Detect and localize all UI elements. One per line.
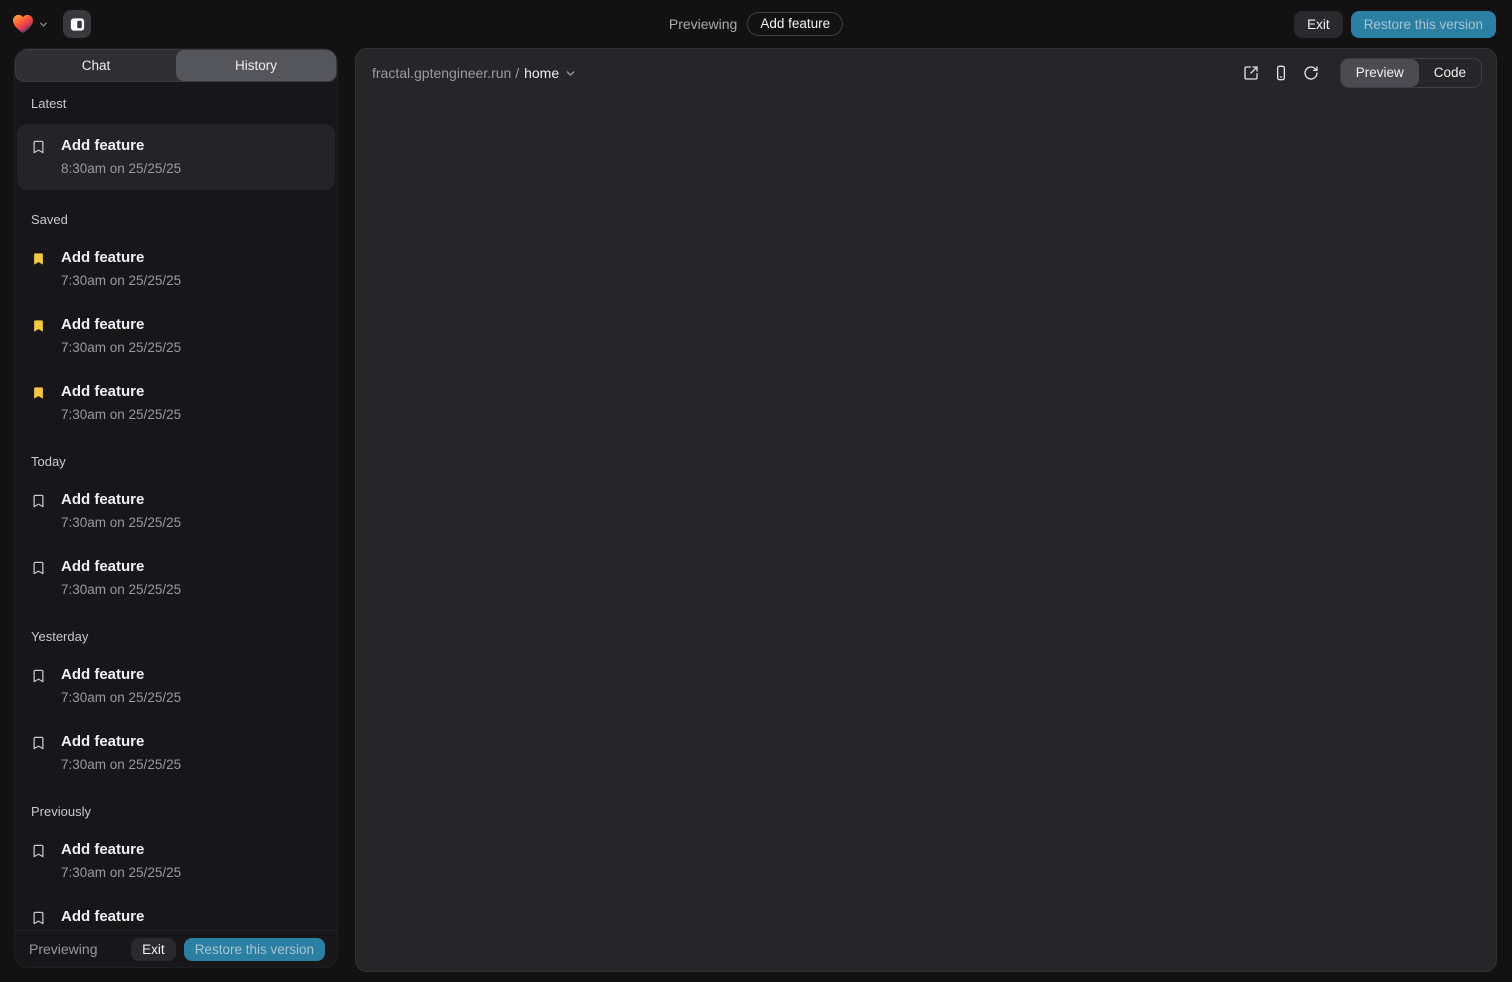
mobile-view-button[interactable] <box>1268 60 1294 86</box>
history-item-text: Add feature7:30am on 25/25/25 <box>61 247 181 291</box>
history-item-title: Add feature <box>61 489 181 510</box>
panel-left-icon <box>69 16 86 33</box>
history-section-today: TodayAdd feature7:30am on 25/25/25Add fe… <box>15 454 337 607</box>
history-section-previously: PreviouslyAdd feature7:30am on 25/25/25A… <box>15 804 337 930</box>
app-logo-menu[interactable] <box>12 14 49 34</box>
chevron-down-icon <box>38 19 49 30</box>
bookmark-filled-icon <box>31 251 46 267</box>
version-name-pill: Add feature <box>747 12 843 36</box>
history-item-text: Add feature7:30am on 25/25/25 <box>61 731 181 775</box>
url-current-route: home <box>524 65 559 81</box>
bookmark-outline-icon <box>31 843 46 859</box>
bookmark-outline-icon <box>31 668 46 684</box>
toggle-code[interactable]: Code <box>1419 59 1481 87</box>
preview-header: fractal.gptengineer.run / home <box>356 49 1496 97</box>
sidebar-footer: Previewing Exit Restore this version <box>15 930 337 967</box>
bookmark-outline-icon <box>31 560 46 576</box>
chevron-down-icon <box>564 67 577 80</box>
history-item-title: Add feature <box>61 247 181 268</box>
url-route-selector[interactable]: fractal.gptengineer.run / home <box>372 65 577 81</box>
history-section-latest: Latest Add feature8:30am on 25/25/25 <box>15 96 337 190</box>
version-history-list: LatestAdd feature8:30am on 25/25/25Saved… <box>15 82 337 930</box>
refresh-icon <box>1303 65 1319 81</box>
preview-panel: fractal.gptengineer.run / home <box>355 48 1497 972</box>
topbar-right-group: Exit Restore this version <box>1294 11 1496 38</box>
sidebar-toggle-button[interactable] <box>63 10 91 38</box>
history-item-timestamp: 7:30am on 25/25/25 <box>61 687 181 708</box>
history-item-timestamp: 7:30am on 25/25/25 <box>61 404 181 425</box>
previewing-label: Previewing <box>669 16 737 32</box>
restore-version-button[interactable]: Restore this version <box>1351 11 1496 38</box>
topbar-left-group <box>12 10 91 38</box>
section-title: Today <box>15 454 337 469</box>
history-item-title: Add feature <box>61 135 181 156</box>
history-item-text: Add feature7:30am on 25/25/25 <box>61 839 181 883</box>
history-item[interactable]: Add feature7:30am on 25/25/25 <box>17 482 335 540</box>
section-title: Previously <box>15 804 337 819</box>
open-in-new-tab-button[interactable] <box>1238 60 1264 86</box>
history-item-timestamp: 7:30am on 25/25/25 <box>61 862 181 883</box>
history-item-timestamp: 8:30am on 25/25/25 <box>61 158 181 179</box>
history-item-title: Add feature <box>61 906 181 927</box>
preview-viewport <box>356 97 1496 971</box>
url-prefix: fractal.gptengineer.run / <box>372 65 519 81</box>
history-item[interactable]: Add feature7:30am on 25/25/25 <box>17 240 335 298</box>
history-item-timestamp: 7:30am on 25/25/25 <box>61 270 181 291</box>
history-item[interactable]: Add feature7:30am on 25/25/25 <box>17 549 335 607</box>
bookmark-outline-icon <box>31 139 46 155</box>
history-item-timestamp: 7:30am on 25/25/25 <box>61 754 181 775</box>
bookmark-filled-icon <box>31 385 46 401</box>
mobile-view-icon <box>1273 65 1289 81</box>
tab-chat[interactable]: Chat <box>16 50 176 81</box>
history-item-title: Add feature <box>61 731 181 752</box>
history-item[interactable]: Add feature7:30am on 25/25/25 <box>17 374 335 432</box>
history-item-timestamp: 7:30am on 25/25/25 <box>61 337 181 358</box>
open-in-new-tab-icon <box>1243 65 1259 81</box>
history-item-text: Add feature7:30am on 25/25/25 <box>61 664 181 708</box>
history-item-text: Add feature7:30am on 25/25/25 <box>61 314 181 358</box>
tab-history[interactable]: History <box>176 50 336 81</box>
bookmark-outline-icon <box>31 735 46 751</box>
toggle-preview[interactable]: Preview <box>1341 59 1419 87</box>
bookmark-outline-icon <box>31 493 46 509</box>
history-item[interactable]: Add feature7:30am on 25/25/25 <box>17 724 335 782</box>
footer-exit-button[interactable]: Exit <box>131 938 176 961</box>
history-item-title: Add feature <box>61 839 181 860</box>
section-title: Saved <box>15 212 337 227</box>
history-item[interactable]: Add feature7:30am on 25/25/25 <box>17 657 335 715</box>
chat-history-tabs: ChatHistory <box>15 49 337 82</box>
history-item-text: Add feature7:30am on 25/25/25 <box>61 489 181 533</box>
top-bar: Previewing Add feature Exit Restore this… <box>0 0 1512 48</box>
history-item-timestamp: 7:30am on 25/25/25 <box>61 512 181 533</box>
section-title: Yesterday <box>15 629 337 644</box>
preview-code-toggle: PreviewCode <box>1340 58 1482 88</box>
history-item-title: Add feature <box>61 314 181 335</box>
lovable-heart-icon <box>12 14 34 34</box>
preview-header-actions: PreviewCode <box>1238 58 1482 88</box>
history-item-title: Add feature <box>61 381 181 402</box>
bookmark-filled-icon <box>31 318 46 334</box>
history-item-title: Add feature <box>61 556 181 577</box>
bookmark-outline-icon <box>31 910 46 926</box>
history-item[interactable]: Add feature7:30am on 25/25/25 <box>17 832 335 890</box>
history-item-text: Add feature7:30am on 25/25/25 <box>61 556 181 600</box>
history-item[interactable]: Add feature7:30am on 25/25/25 <box>17 899 335 930</box>
history-item[interactable]: Add feature7:30am on 25/25/25 <box>17 307 335 365</box>
section-title: Latest <box>15 96 337 111</box>
footer-previewing-label: Previewing <box>29 941 97 957</box>
refresh-button[interactable] <box>1298 60 1324 86</box>
history-item-text: Add feature8:30am on 25/25/25 <box>61 135 181 179</box>
footer-restore-version-button[interactable]: Restore this version <box>184 938 325 961</box>
history-item-text: Add feature7:30am on 25/25/25 <box>61 381 181 425</box>
exit-button[interactable]: Exit <box>1294 11 1343 38</box>
history-section-saved: SavedAdd feature7:30am on 25/25/25Add fe… <box>15 212 337 432</box>
history-item-title: Add feature <box>61 664 181 685</box>
history-item-text: Add feature7:30am on 25/25/25 <box>61 906 181 930</box>
history-section-yesterday: YesterdayAdd feature7:30am on 25/25/25Ad… <box>15 629 337 782</box>
history-item-timestamp: 7:30am on 25/25/25 <box>61 579 181 600</box>
history-item[interactable]: Add feature8:30am on 25/25/25 <box>17 124 335 190</box>
topbar-center-group: Previewing Add feature <box>669 0 843 48</box>
history-sidebar: ChatHistory LatestAdd feature8:30am on 2… <box>14 48 338 968</box>
